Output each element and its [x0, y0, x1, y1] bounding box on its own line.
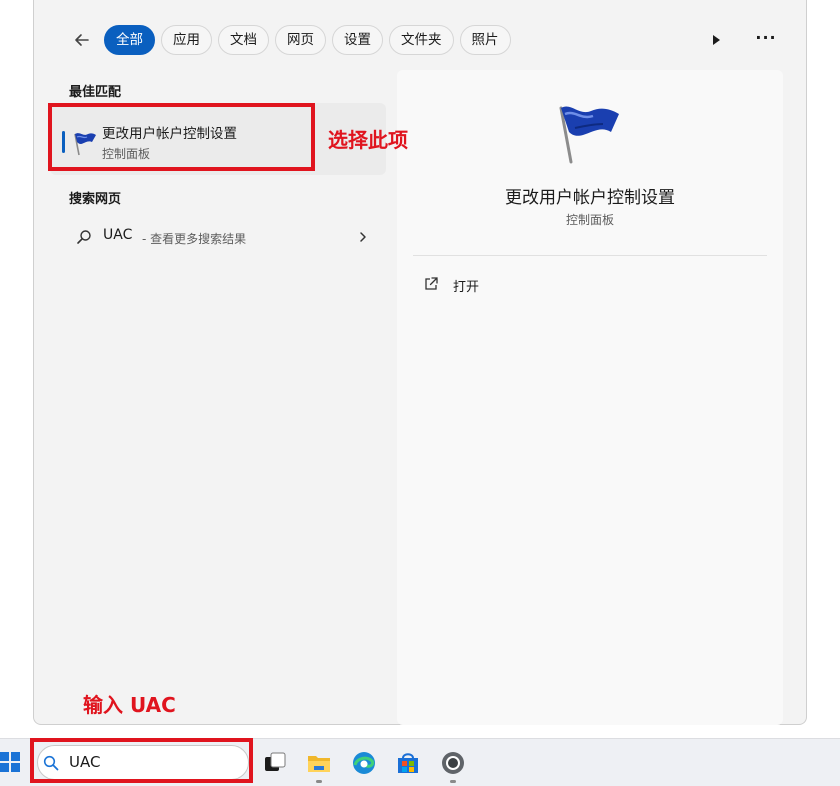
chevron-right-icon [360, 232, 366, 242]
open-label: 打开 [453, 280, 480, 295]
windows-start-icon[interactable] [0, 752, 22, 774]
running-indicator [450, 780, 456, 783]
running-indicator [316, 780, 322, 783]
play-more-tabs-button[interactable] [704, 28, 728, 52]
tab-photos[interactable]: 照片 [459, 25, 511, 55]
web-search-heading: 搜索网页 [69, 192, 122, 207]
play-icon [713, 35, 720, 45]
detail-pane: 更改用户帐户控制设置 控制面板 打开 [397, 70, 783, 725]
more-options-button[interactable]: ··· [754, 28, 778, 52]
detail-title: 更改用户帐户控制设置 [505, 188, 675, 208]
desktop: 全部 应用 文档 网页 设置 文件夹 照片 ··· 最佳匹配 更改用户帐户控制设… [0, 0, 840, 786]
chrome-icon[interactable] [440, 750, 466, 776]
store-icon[interactable] [395, 750, 421, 776]
tab-documents[interactable]: 文档 [218, 25, 269, 55]
best-match-heading: 最佳匹配 [69, 85, 122, 100]
web-search-query: UAC [103, 227, 133, 243]
select-annotation: 选择此项 [328, 128, 408, 152]
open-external-icon [425, 277, 438, 290]
back-button[interactable] [68, 26, 96, 54]
detail-divider [413, 255, 767, 256]
filter-tabs: 全部 应用 文档 网页 设置 文件夹 照片 [104, 25, 511, 55]
edge-icon[interactable] [351, 750, 377, 776]
tab-all[interactable]: 全部 [104, 25, 155, 55]
detail-subtitle: 控制面板 [565, 213, 614, 227]
web-search-hint: - 查看更多搜索结果 [142, 232, 247, 246]
tab-web[interactable]: 网页 [275, 25, 326, 55]
filter-bar: 全部 应用 文档 网页 设置 文件夹 照片 ··· [34, 22, 808, 58]
highlight-search-box [30, 738, 253, 783]
file-explorer-icon[interactable] [306, 750, 332, 776]
tab-apps[interactable]: 应用 [161, 25, 212, 55]
tab-folders[interactable]: 文件夹 [389, 25, 454, 55]
tab-settings[interactable]: 设置 [332, 25, 383, 55]
back-arrow-icon [75, 34, 89, 46]
search-icon [77, 230, 91, 244]
web-search-result[interactable]: UAC - 查看更多搜索结果 [62, 222, 382, 252]
input-annotation: 输入 UAC [83, 693, 176, 717]
task-view-icon[interactable] [262, 750, 288, 776]
uac-flag-large-icon [559, 106, 619, 164]
highlight-best-match [48, 103, 315, 171]
